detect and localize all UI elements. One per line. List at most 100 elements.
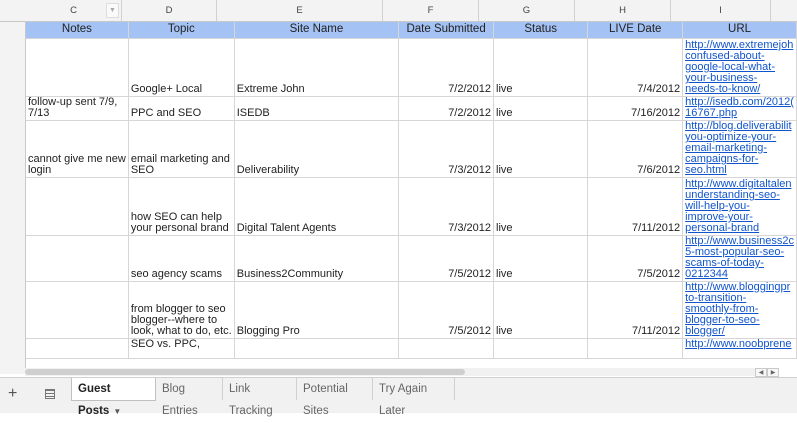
column-header-bar: C D E F G H I ▼ bbox=[0, 0, 797, 22]
tab-try-again-later[interactable]: Try Again Later bbox=[373, 378, 455, 417]
cell-topic[interactable]: email marketing and SEO bbox=[128, 120, 235, 178]
cell-status[interactable]: live bbox=[493, 120, 589, 178]
cell-line: Deliverability bbox=[236, 164, 300, 176]
cell-site[interactable]: ISEDB bbox=[234, 96, 400, 121]
cell-status[interactable] bbox=[493, 338, 589, 359]
cell-live-date[interactable]: 7/6/2012 bbox=[587, 120, 684, 178]
cell-site[interactable]: Business2Community bbox=[234, 235, 400, 282]
cell-notes[interactable] bbox=[26, 338, 129, 359]
table-row: how SEO can help your personal brand Digit… bbox=[26, 177, 797, 236]
column-letter-h[interactable]: H bbox=[575, 0, 671, 21]
cell-live-date[interactable] bbox=[587, 338, 684, 359]
cell-site[interactable]: Deliverability bbox=[234, 120, 400, 178]
url-link-line[interactable]: needs-to-know/ bbox=[685, 84, 794, 95]
header-cell-date-submitted[interactable]: Date Submitted bbox=[398, 22, 495, 39]
cell-notes[interactable]: cannot give me new login bbox=[26, 120, 129, 178]
table-row: cannot give me new login email marketing a… bbox=[26, 120, 797, 178]
tab-potential-sites[interactable]: Potential Sites bbox=[297, 378, 373, 417]
cell-live-date[interactable]: 7/4/2012 bbox=[587, 38, 684, 97]
cell-date-submitted[interactable] bbox=[398, 338, 495, 359]
cell-topic[interactable]: PPC and SEO bbox=[128, 96, 235, 121]
header-cell-status[interactable]: Status bbox=[493, 22, 589, 39]
table-row: follow-up sent 7/9, 7/13 PPC and SEO ISEDB 7… bbox=[26, 96, 797, 121]
cell-url[interactable]: http://www.noobprene bbox=[682, 338, 797, 359]
cell-url[interactable]: http://www.digitaltalen understanding-seo… bbox=[682, 177, 797, 236]
cell-notes[interactable] bbox=[26, 38, 129, 97]
cell-date-submitted[interactable]: 7/5/2012 bbox=[398, 281, 495, 339]
cell-date-submitted[interactable]: 7/2/2012 bbox=[398, 38, 495, 97]
column-letter-f[interactable]: F bbox=[383, 0, 479, 21]
cell-topic[interactable]: Google+ Local bbox=[128, 38, 235, 97]
cell-notes[interactable] bbox=[26, 235, 129, 282]
cell-line: SEO vs. PPC, bbox=[130, 338, 200, 350]
tab-link-tracking[interactable]: Link Tracking bbox=[223, 378, 297, 417]
url-link-line[interactable]: seo.html bbox=[685, 165, 794, 176]
url-link-line[interactable]: personal-brand bbox=[685, 223, 794, 234]
url-link-line[interactable]: blogger/ bbox=[685, 326, 794, 337]
column-letter-d[interactable]: D bbox=[122, 0, 217, 21]
cell-url[interactable]: http://blog.deliverabilit you-optimize-yo… bbox=[682, 120, 797, 178]
url-link-line[interactable]: http://www.noobprene bbox=[685, 339, 794, 350]
cell-line: seo agency scams bbox=[130, 268, 222, 280]
cell-live-date[interactable]: 7/11/2012 bbox=[587, 177, 684, 236]
plus-icon[interactable]: + bbox=[8, 386, 17, 402]
cell-status[interactable]: live bbox=[493, 281, 589, 339]
cell-status[interactable]: live bbox=[493, 96, 589, 121]
cell-live-date[interactable]: 7/16/2012 bbox=[587, 96, 684, 121]
header-cell-url[interactable]: URL bbox=[682, 22, 797, 39]
tab-guest-posts[interactable]: Guest Posts ▼ bbox=[71, 378, 156, 417]
cell-date-submitted[interactable]: 7/2/2012 bbox=[398, 96, 495, 121]
cell-notes[interactable] bbox=[26, 177, 129, 236]
column-letter-i[interactable]: I bbox=[671, 0, 771, 21]
caret-down-icon[interactable]: ▼ bbox=[106, 3, 119, 18]
cell-site[interactable]: Extreme John bbox=[234, 38, 400, 97]
header-cell-live-date[interactable]: LIVE Date bbox=[587, 22, 684, 39]
header-cell-topic[interactable]: Topic bbox=[128, 22, 235, 39]
cell-line: Google+ Local bbox=[130, 83, 203, 95]
cell-line: Blogging Pro bbox=[236, 325, 300, 337]
cell-date-submitted[interactable]: 7/3/2012 bbox=[398, 120, 495, 178]
cell-date-submitted[interactable]: 7/5/2012 bbox=[398, 235, 495, 282]
cell-status[interactable]: live bbox=[493, 38, 589, 97]
url-link-line[interactable]: 16767.php bbox=[685, 108, 794, 119]
cell-notes[interactable]: follow-up sent 7/9, 7/13 bbox=[26, 96, 129, 121]
header-row: Notes Topic Site Name Date Submitted Status L… bbox=[26, 22, 797, 39]
table-row: SEO vs. PPC, http://www.noobprene bbox=[26, 338, 797, 359]
scroll-right-arrow-icon[interactable]: ▶ bbox=[767, 368, 779, 377]
tab-label: Blog Entries bbox=[162, 383, 198, 417]
cell-topic[interactable]: SEO vs. PPC, bbox=[128, 338, 235, 359]
caret-down-icon[interactable]: ▼ bbox=[113, 407, 121, 416]
header-cell-site[interactable]: Site Name bbox=[234, 22, 400, 39]
column-letter-e[interactable]: E bbox=[217, 0, 383, 21]
cell-live-date[interactable]: 7/11/2012 bbox=[587, 281, 684, 339]
list-icon[interactable] bbox=[45, 389, 55, 399]
scroll-left-arrow-icon[interactable]: ◀ bbox=[755, 368, 767, 377]
cell-topic[interactable]: how SEO can help your personal brand bbox=[128, 177, 235, 236]
horizontal-scrollbar[interactable] bbox=[25, 368, 767, 376]
column-letter-g[interactable]: G bbox=[479, 0, 575, 21]
header-cell-notes[interactable]: Notes bbox=[26, 22, 129, 39]
cell-url[interactable]: http://www.business2c 5-most-popular-seo-… bbox=[682, 235, 797, 282]
spreadsheet-grid: Notes Topic Site Name Date Submitted Status L… bbox=[26, 22, 797, 359]
cell-site[interactable]: Digital Talent Agents bbox=[234, 177, 400, 236]
cell-topic[interactable]: seo agency scams bbox=[128, 235, 235, 282]
cell-site[interactable] bbox=[234, 338, 400, 359]
cell-line: Business2Community bbox=[236, 268, 344, 280]
tab-label: Link Tracking bbox=[229, 383, 273, 417]
cell-site[interactable]: Blogging Pro bbox=[234, 281, 400, 339]
cell-live-date[interactable]: 7/5/2012 bbox=[587, 235, 684, 282]
cell-url[interactable]: http://www.extremejoh confused-about-goog… bbox=[682, 38, 797, 97]
cell-url[interactable]: http://isedb.com/2012(16767.php bbox=[682, 96, 797, 121]
cell-status[interactable]: live bbox=[493, 177, 589, 236]
cell-date-submitted[interactable]: 7/3/2012 bbox=[398, 177, 495, 236]
cell-notes[interactable] bbox=[26, 281, 129, 339]
scrollbar-thumb[interactable] bbox=[25, 369, 465, 375]
url-link-line[interactable]: 0212344 bbox=[685, 269, 794, 280]
cell-url[interactable]: http://www.bloggingpr to-transition-smoot… bbox=[682, 281, 797, 339]
cell-line: login bbox=[28, 164, 52, 176]
tab-label: Potential Sites bbox=[303, 383, 348, 417]
cell-line: look, what to do, etc. bbox=[130, 325, 232, 337]
cell-status[interactable]: live bbox=[493, 235, 589, 282]
tab-blog-entries[interactable]: Blog Entries bbox=[156, 378, 223, 417]
cell-topic[interactable]: from blogger to seo blogger--where to look… bbox=[128, 281, 235, 339]
